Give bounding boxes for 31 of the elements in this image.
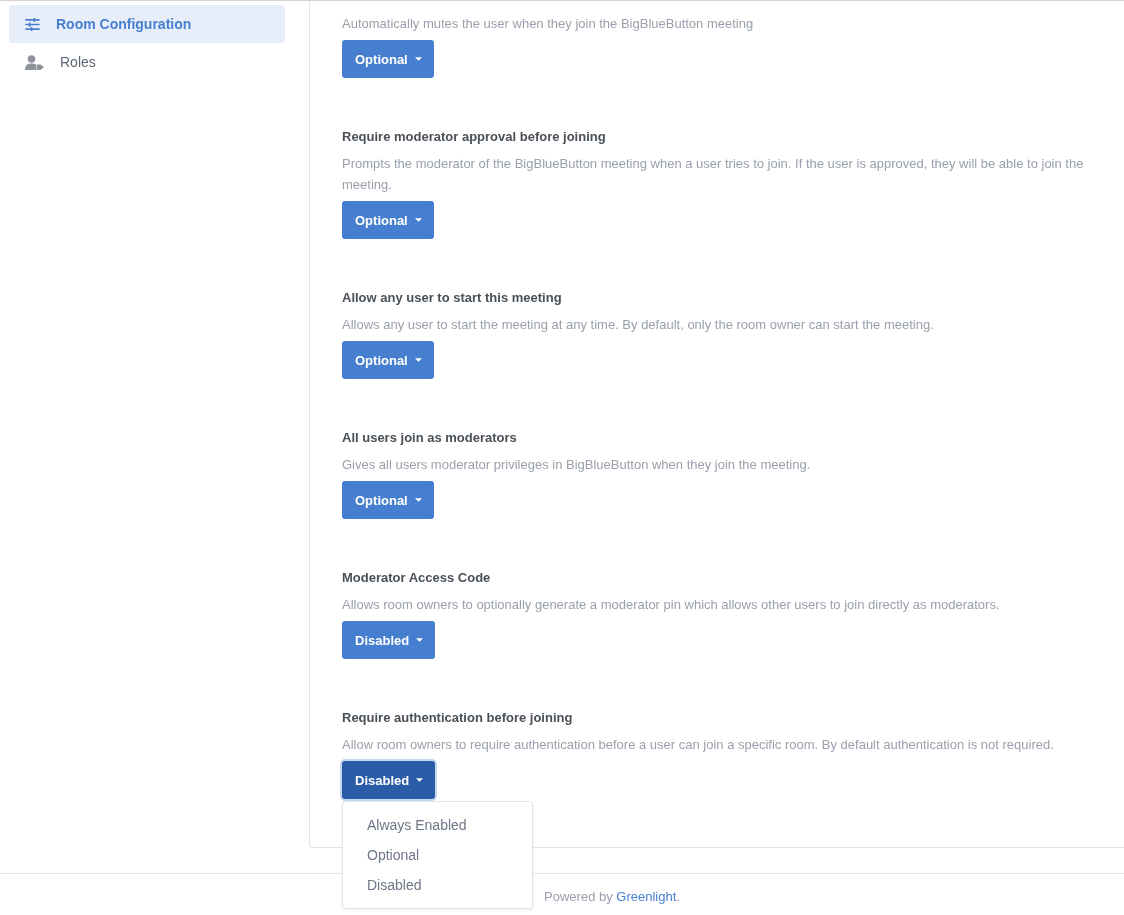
setting-title: Allow any user to start this meeting xyxy=(342,289,563,307)
dropdown-item[interactable]: Disabled xyxy=(343,870,532,900)
setting-description: Allows any user to start the meeting at any time. By default, only the room owner can start the meeting. xyxy=(342,316,935,334)
sliders-icon xyxy=(25,17,40,31)
setting-title: Require moderator approval before joining xyxy=(342,128,607,146)
caret-icon xyxy=(414,57,422,61)
caret-icon xyxy=(416,638,424,642)
footer-text: Powered by Greenlight. xyxy=(544,888,680,906)
dropdown-item[interactable]: Optional xyxy=(343,840,532,870)
dropdown-button[interactable]: Optional xyxy=(342,40,434,78)
sidebar-item[interactable]: Room Configuration xyxy=(9,5,285,43)
setting-description: Gives all users moderator privileges in BigBlueButton when they join the meeting. xyxy=(342,456,812,474)
setting-description: Automatically mutes the user when they join the BigBlueButton meeting xyxy=(342,15,755,33)
dropdown-button[interactable]: Optional xyxy=(342,341,434,379)
setting-title: Moderator Access Code xyxy=(342,569,492,587)
user-tag-icon xyxy=(25,54,44,70)
dropdown-button[interactable]: Disabled xyxy=(342,621,436,659)
setting-title: All users join as moderators xyxy=(342,429,518,447)
dropdown-button[interactable]: Optional xyxy=(342,481,434,519)
caret-icon xyxy=(416,778,424,782)
caret-icon xyxy=(414,498,422,502)
caret-icon xyxy=(414,218,422,222)
dropdown-button[interactable]: Optional xyxy=(342,201,434,239)
setting-description: Prompts the moderator of the BigBlueButton meeting when a user tries to join. If the user is approved, they will be able to join the meeting. xyxy=(342,155,1085,194)
dropdown-button[interactable]: Disabled xyxy=(342,761,436,799)
setting-description: Allow room owners to require authentication before a user can join a specific room. By default authentication is not required. xyxy=(342,736,1055,754)
sidebar-item[interactable]: Roles xyxy=(9,43,285,81)
caret-icon xyxy=(414,358,422,362)
setting-title: Require authentication before joining xyxy=(342,709,574,727)
setting-description: Allows room owners to optionally generate a moderator pin which allows other users to join directly as moderators. xyxy=(342,596,1001,614)
dropdown-item[interactable]: Always Enabled xyxy=(343,810,532,840)
